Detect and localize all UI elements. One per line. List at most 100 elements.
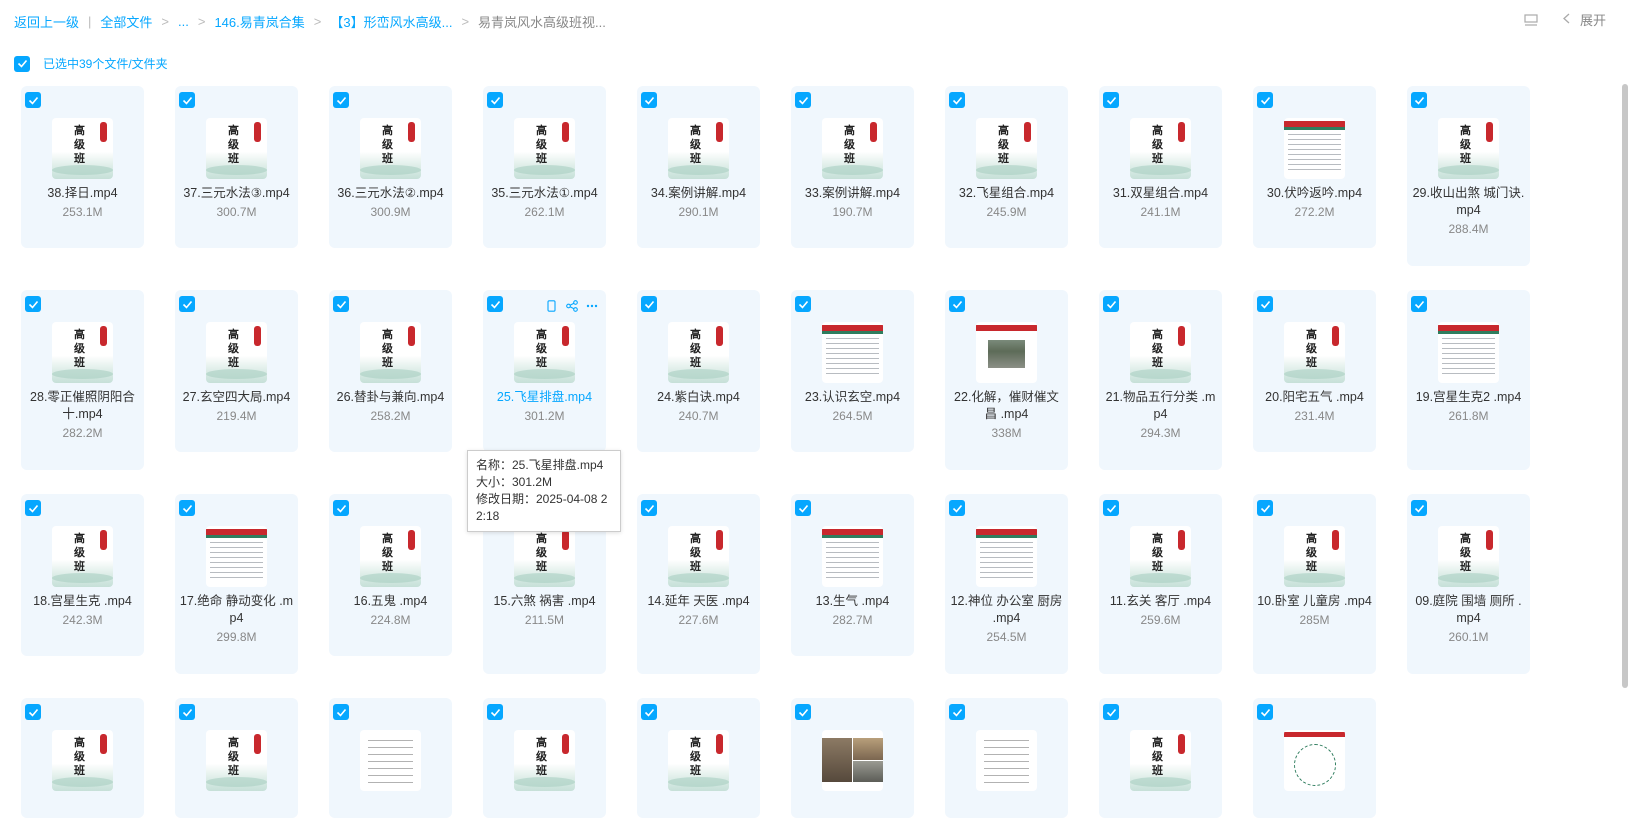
file-checkbox[interactable] [1103, 704, 1119, 720]
file-name[interactable]: 12.神位 办公室 厨房 .mp4 [949, 593, 1064, 627]
file-name[interactable]: 38.择日.mp4 [25, 185, 140, 202]
file-name[interactable]: 35.三元水法①.mp4 [487, 185, 602, 202]
file-card[interactable]: 高级班 11.玄关 客厅 .mp4 259.6M [1099, 494, 1222, 674]
file-card[interactable]: 23.认识玄空.mp4 264.5M [791, 290, 914, 452]
file-name[interactable]: 29.收山出煞 城门诀.mp4 [1411, 185, 1526, 219]
file-card[interactable]: 高级班 [483, 698, 606, 818]
file-checkbox[interactable] [949, 500, 965, 516]
breadcrumb-ellipsis[interactable]: ... [178, 14, 189, 29]
file-card[interactable]: 高级班 [1099, 698, 1222, 818]
file-checkbox[interactable] [795, 92, 811, 108]
file-checkbox[interactable] [25, 296, 41, 312]
file-card[interactable]: 高级班 36.三元水法②.mp4 300.9M [329, 86, 452, 248]
file-name[interactable]: 11.玄关 客厅 .mp4 [1103, 593, 1218, 610]
file-checkbox[interactable] [949, 704, 965, 720]
more-icon[interactable] [585, 299, 598, 312]
file-card[interactable]: 高级班 10.卧室 儿童房 .mp4 285M [1253, 494, 1376, 674]
file-checkbox[interactable] [1103, 92, 1119, 108]
file-checkbox[interactable] [179, 704, 195, 720]
file-checkbox[interactable] [333, 296, 349, 312]
file-card[interactable]: 高级班 09.庭院 围墙 厕所 .mp4 260.1M [1407, 494, 1530, 674]
file-card[interactable]: 高级班 24.紫白诀.mp4 240.7M [637, 290, 760, 452]
file-checkbox[interactable] [795, 296, 811, 312]
file-card[interactable]: 高级班 35.三元水法①.mp4 262.1M [483, 86, 606, 248]
file-card[interactable]: 高级班 [175, 698, 298, 818]
file-checkbox[interactable] [179, 92, 195, 108]
file-name[interactable]: 20.阳宅五气 .mp4 [1257, 389, 1372, 406]
file-card[interactable]: 高级班 21.物品五行分类 .mp4 294.3M [1099, 290, 1222, 470]
file-card[interactable]: 高级班 [637, 698, 760, 818]
file-name[interactable]: 19.宫星生克2 .mp4 [1411, 389, 1526, 406]
file-card[interactable]: 高级班 [21, 698, 144, 818]
file-name[interactable]: 18.宫星生克 .mp4 [25, 593, 140, 610]
file-checkbox[interactable] [949, 296, 965, 312]
file-card[interactable]: 22.化解，催财催文昌 .mp4 338M [945, 290, 1068, 470]
file-checkbox[interactable] [1103, 296, 1119, 312]
file-card[interactable]: 高级班 16.五鬼 .mp4 224.8M [329, 494, 452, 656]
file-card[interactable]: 高级班 25.飞星排盘.mp4 301.2M [483, 290, 606, 452]
file-name[interactable]: 26.替卦与兼向.mp4 [333, 389, 448, 406]
file-name[interactable]: 34.案例讲解.mp4 [641, 185, 756, 202]
file-checkbox[interactable] [641, 296, 657, 312]
file-name[interactable]: 37.三元水法③.mp4 [179, 185, 294, 202]
file-card[interactable]: 高级班 14.延年 天医 .mp4 227.6M [637, 494, 760, 674]
file-checkbox[interactable] [1103, 500, 1119, 516]
file-card[interactable] [791, 698, 914, 818]
expand-button[interactable]: 展开 [1563, 10, 1606, 29]
file-checkbox[interactable] [1257, 92, 1273, 108]
file-card[interactable]: 高级班 27.玄空四大局.mp4 219.4M [175, 290, 298, 452]
file-checkbox[interactable] [641, 704, 657, 720]
file-checkbox[interactable] [795, 500, 811, 516]
file-card[interactable]: 高级班 33.案例讲解.mp4 190.7M [791, 86, 914, 248]
breadcrumb-all-files[interactable]: 全部文件 [100, 12, 152, 31]
file-card[interactable]: 高级班 28.零正催照阴阳合十.mp4 282.2M [21, 290, 144, 470]
select-all-checkbox[interactable] [14, 55, 30, 72]
file-checkbox[interactable] [1257, 704, 1273, 720]
file-name[interactable]: 28.零正催照阴阳合十.mp4 [25, 389, 140, 423]
file-card[interactable]: 高级班 29.收山出煞 城门诀.mp4 288.4M [1407, 86, 1530, 266]
file-name[interactable]: 31.双星组合.mp4 [1103, 185, 1218, 202]
file-checkbox[interactable] [1411, 92, 1427, 108]
file-card[interactable]: 12.神位 办公室 厨房 .mp4 254.5M [945, 494, 1068, 674]
file-name[interactable]: 21.物品五行分类 .mp4 [1103, 389, 1218, 423]
file-checkbox[interactable] [1257, 296, 1273, 312]
file-card[interactable]: 高级班 31.双星组合.mp4 241.1M [1099, 86, 1222, 248]
scrollbar[interactable] [1622, 84, 1628, 688]
breadcrumb-folder-collection[interactable]: 146.易青岚合集 [214, 12, 304, 31]
file-checkbox[interactable] [25, 500, 41, 516]
file-card[interactable]: 19.宫星生克2 .mp4 261.8M [1407, 290, 1530, 470]
phone-icon[interactable] [545, 299, 558, 312]
file-card[interactable]: 高级班 34.案例讲解.mp4 290.1M [637, 86, 760, 248]
file-name[interactable]: 17.绝命 静动变化 .mp4 [179, 593, 294, 627]
file-checkbox[interactable] [179, 296, 195, 312]
file-card[interactable]: 高级班 37.三元水法③.mp4 300.7M [175, 86, 298, 248]
file-name[interactable]: 16.五鬼 .mp4 [333, 593, 448, 610]
file-checkbox[interactable] [641, 92, 657, 108]
file-checkbox[interactable] [487, 296, 503, 312]
file-checkbox[interactable] [333, 92, 349, 108]
file-card[interactable]: 高级班 32.飞星组合.mp4 245.9M [945, 86, 1068, 248]
file-name[interactable]: 09.庭院 围墙 厕所 .mp4 [1411, 593, 1526, 627]
file-checkbox[interactable] [333, 500, 349, 516]
file-name[interactable]: 22.化解，催财催文昌 .mp4 [949, 389, 1064, 423]
file-checkbox[interactable] [487, 704, 503, 720]
file-checkbox[interactable] [949, 92, 965, 108]
file-card[interactable] [329, 698, 452, 818]
file-checkbox[interactable] [1411, 500, 1427, 516]
file-checkbox[interactable] [487, 92, 503, 108]
file-name[interactable]: 10.卧室 儿童房 .mp4 [1257, 593, 1372, 610]
file-checkbox[interactable] [25, 704, 41, 720]
file-name[interactable]: 24.紫白诀.mp4 [641, 389, 756, 406]
file-name[interactable]: 30.伏吟返吟.mp4 [1257, 185, 1372, 202]
breadcrumb-folder-advanced[interactable]: 【3】形峦风水高级... [330, 12, 452, 31]
file-checkbox[interactable] [795, 704, 811, 720]
file-card[interactable]: 高级班 26.替卦与兼向.mp4 258.2M [329, 290, 452, 452]
file-card[interactable]: 13.生气 .mp4 282.7M [791, 494, 914, 656]
file-name[interactable]: 33.案例讲解.mp4 [795, 185, 910, 202]
file-name[interactable]: 14.延年 天医 .mp4 [641, 593, 756, 610]
file-card[interactable]: 17.绝命 静动变化 .mp4 299.8M [175, 494, 298, 674]
file-card[interactable]: 30.伏吟返吟.mp4 272.2M [1253, 86, 1376, 248]
file-card[interactable] [945, 698, 1068, 818]
file-card[interactable] [1253, 698, 1376, 818]
file-name[interactable]: 27.玄空四大局.mp4 [179, 389, 294, 406]
